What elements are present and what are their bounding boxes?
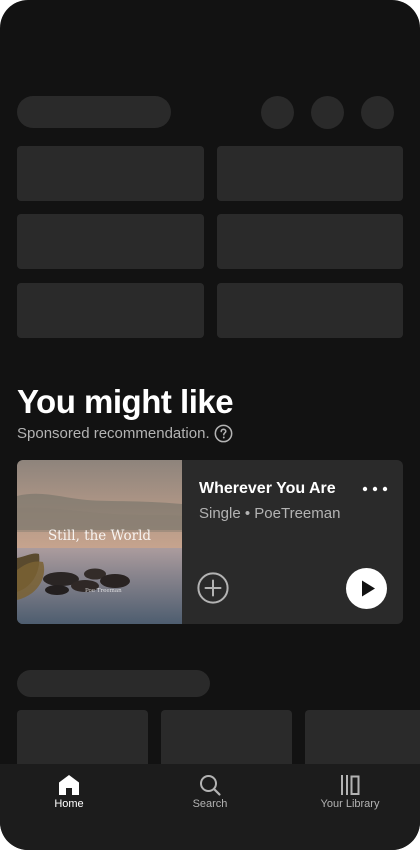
- app-screen: You might like Sponsored recommendation.: [0, 0, 420, 850]
- artwork-credit: Poe Treeman: [85, 588, 122, 594]
- home-icon: [59, 775, 79, 795]
- nav-your-library-label: Your Library: [320, 798, 380, 810]
- plus-circle-icon: [197, 572, 229, 604]
- shelf-title-placeholder: [17, 670, 210, 697]
- nav-search[interactable]: Search: [155, 764, 265, 824]
- sponsored-text: Sponsored recommendation.: [17, 424, 210, 442]
- play-icon: [362, 580, 375, 597]
- nav-home[interactable]: Home: [14, 764, 124, 824]
- header-placeholder: [17, 96, 171, 128]
- shortcut-placeholder: [217, 283, 403, 338]
- header-action-placeholder: [361, 96, 394, 129]
- album-artwork: Still, the World Poe Treeman: [17, 460, 182, 624]
- nav-search-label: Search: [192, 798, 228, 810]
- search-icon: [200, 775, 221, 796]
- recommendation-card[interactable]: Still, the World Poe Treeman Wherever Yo…: [17, 460, 403, 624]
- shortcut-placeholder: [17, 214, 204, 269]
- add-to-library-button[interactable]: [196, 571, 230, 605]
- sponsored-label: Sponsored recommendation.: [17, 422, 233, 444]
- header-action-placeholder: [261, 96, 294, 129]
- header-action-placeholder: [311, 96, 344, 129]
- track-meta: Single • PoeTreeman: [199, 505, 341, 522]
- nav-your-library[interactable]: Your Library: [295, 764, 405, 824]
- help-icon[interactable]: [214, 424, 233, 443]
- library-icon: [341, 775, 360, 795]
- more-options-icon[interactable]: [361, 482, 389, 496]
- shortcut-placeholder: [217, 214, 403, 269]
- artwork-title: Still, the World: [47, 528, 152, 544]
- nav-home-label: Home: [54, 798, 84, 810]
- bottom-navigation: Home Search Your Library: [0, 764, 420, 850]
- play-button[interactable]: [346, 568, 387, 609]
- track-title[interactable]: Wherever You Are: [199, 480, 336, 498]
- section-title: You might like: [17, 383, 234, 420]
- shortcut-placeholder: [17, 283, 204, 338]
- shortcut-placeholder: [217, 146, 403, 201]
- shortcut-placeholder: [17, 146, 204, 201]
